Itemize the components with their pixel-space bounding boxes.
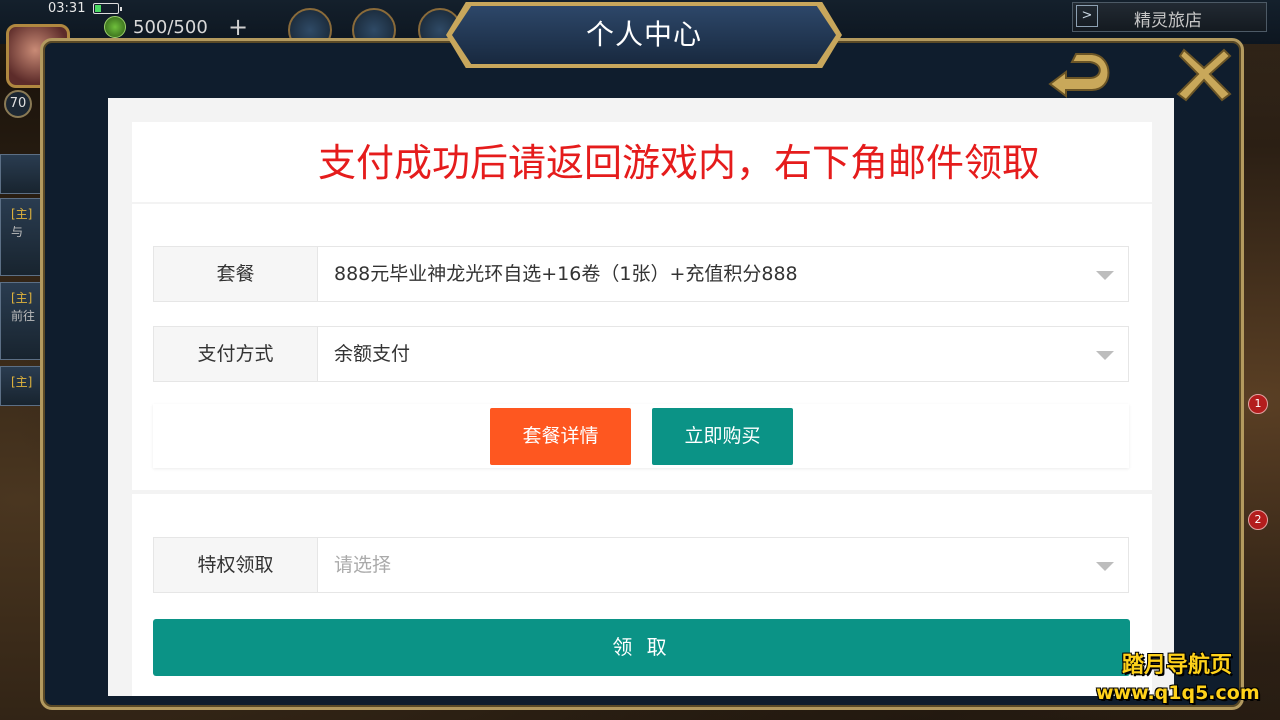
notification-badge: 1 bbox=[1248, 394, 1268, 414]
watermark-url: www.q1q5.com bbox=[1096, 682, 1260, 704]
back-arrow-icon[interactable] bbox=[1046, 50, 1118, 98]
chevron-down-icon bbox=[1096, 271, 1114, 280]
payment-method-label: 支付方式 bbox=[154, 327, 318, 381]
payment-method-select[interactable]: 支付方式 余额支付 bbox=[153, 326, 1129, 382]
payment-notice: 支付成功后请返回游戏内，右下角邮件领取 bbox=[318, 141, 1041, 185]
privilege-placeholder: 请选择 bbox=[334, 554, 392, 576]
watermark-title: 踏月导航页 bbox=[1122, 653, 1233, 678]
quest-tab[interactable]: [主] 前往 bbox=[0, 282, 42, 360]
payment-method-value: 余额支付 bbox=[334, 343, 411, 365]
modal-title: 个人中心 bbox=[585, 18, 702, 51]
package-select[interactable]: 套餐 888元毕业神龙光环自选+16卷（1张）+充值积分888 bbox=[153, 246, 1129, 302]
buy-now-button[interactable]: 立即购买 bbox=[652, 408, 793, 465]
quest-tag: [主] bbox=[11, 291, 33, 305]
privilege-select[interactable]: 特权领取 请选择 bbox=[153, 537, 1129, 593]
package-label: 套餐 bbox=[154, 247, 318, 301]
quest-text: 前往 bbox=[11, 309, 36, 323]
quest-tag: [主] bbox=[11, 375, 33, 389]
quest-tab[interactable]: [主] 与 bbox=[0, 198, 42, 276]
player-level-badge: 70 bbox=[4, 90, 32, 118]
close-x-icon[interactable] bbox=[1176, 46, 1232, 102]
chevron-down-icon bbox=[1096, 562, 1114, 571]
add-energy-icon[interactable]: + bbox=[228, 15, 248, 39]
quest-tag: [主] bbox=[11, 207, 33, 221]
action-button-row bbox=[153, 404, 1129, 468]
privilege-label: 特权领取 bbox=[154, 538, 318, 592]
chevron-down-icon bbox=[1096, 351, 1114, 360]
quest-tab-icon[interactable] bbox=[0, 154, 42, 194]
web-content-panel: 支付成功后请返回游戏内，右下角邮件领取 套餐 888元毕业神龙光环自选+16卷（… bbox=[108, 98, 1174, 696]
notification-badge: 2 bbox=[1248, 510, 1268, 530]
claim-button[interactable]: 领 取 bbox=[153, 619, 1130, 676]
package-details-button[interactable]: 套餐详情 bbox=[490, 408, 631, 465]
expand-arrow-icon[interactable]: > bbox=[1076, 5, 1098, 27]
status-time: 03:31 bbox=[48, 1, 86, 16]
package-value: 888元毕业神龙光环自选+16卷（1张）+充值积分888 bbox=[334, 263, 798, 285]
battery-icon bbox=[93, 3, 122, 14]
energy-counter: 500/500 bbox=[133, 17, 208, 38]
inn-button-label: 精灵旅店 bbox=[1134, 11, 1202, 31]
quest-text: 与 bbox=[11, 225, 24, 239]
quest-tab[interactable]: [主] bbox=[0, 366, 42, 406]
energy-icon bbox=[104, 16, 126, 38]
